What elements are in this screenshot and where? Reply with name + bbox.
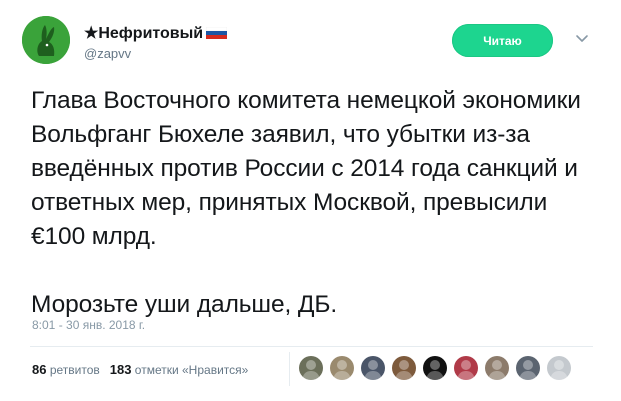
liker-avatar[interactable] xyxy=(392,356,416,380)
chevron-down-icon[interactable] xyxy=(575,32,589,46)
liker-avatar[interactable] xyxy=(423,356,447,380)
liker-avatars xyxy=(299,356,578,380)
tweet-header: ★Нефритовый @zapvv Читаю xyxy=(22,14,602,66)
tweet-stats: 86 ретвитов 183 отметки «Нравится» xyxy=(32,362,248,377)
liker-avatar[interactable] xyxy=(454,356,478,380)
user-avatar-icon xyxy=(457,360,475,380)
user-avatar[interactable] xyxy=(22,16,70,64)
user-avatar-icon xyxy=(364,360,382,380)
liker-avatar[interactable] xyxy=(516,356,540,380)
liker-avatar[interactable] xyxy=(361,356,385,380)
liker-avatar[interactable] xyxy=(547,356,571,380)
display-name[interactable]: ★Нефритовый xyxy=(84,23,203,43)
user-handle[interactable]: @zapvv xyxy=(84,46,131,61)
retweets-count: 86 xyxy=(32,362,47,377)
user-avatar-icon xyxy=(519,360,537,380)
user-avatar-icon xyxy=(333,360,351,380)
user-avatar-icon xyxy=(550,360,568,380)
tweet-timestamp[interactable]: 8:01 - 30 янв. 2018 г. xyxy=(32,318,145,332)
liker-avatar[interactable] xyxy=(485,356,509,380)
liker-avatar[interactable] xyxy=(299,356,323,380)
russia-flag-icon xyxy=(206,27,228,39)
avatar-rabbit-icon xyxy=(22,16,70,64)
tweet-paragraph: Глава Восточного комитета немецкой эконо… xyxy=(31,87,581,250)
user-avatar-icon xyxy=(395,360,413,380)
likes-stat[interactable]: 183 отметки «Нравится» xyxy=(109,362,249,377)
tweet-text: Глава Восточного комитета немецкой эконо… xyxy=(31,84,596,322)
tweet-paragraph: Морозьте уши дальше, ДБ. xyxy=(31,291,338,318)
retweets-label: ретвитов xyxy=(49,363,100,377)
retweets-stat[interactable]: 86 ретвитов xyxy=(32,362,100,377)
user-avatar-icon xyxy=(426,360,444,380)
following-button[interactable]: Читаю xyxy=(452,24,553,57)
divider xyxy=(30,346,593,347)
likes-label: отметки «Нравится» xyxy=(134,363,249,377)
user-avatar-icon xyxy=(488,360,506,380)
user-avatar-icon xyxy=(302,360,320,380)
likes-count: 183 xyxy=(109,362,132,377)
display-name-row[interactable]: ★Нефритовый xyxy=(84,23,228,43)
liker-avatar[interactable] xyxy=(330,356,354,380)
divider xyxy=(289,352,290,386)
